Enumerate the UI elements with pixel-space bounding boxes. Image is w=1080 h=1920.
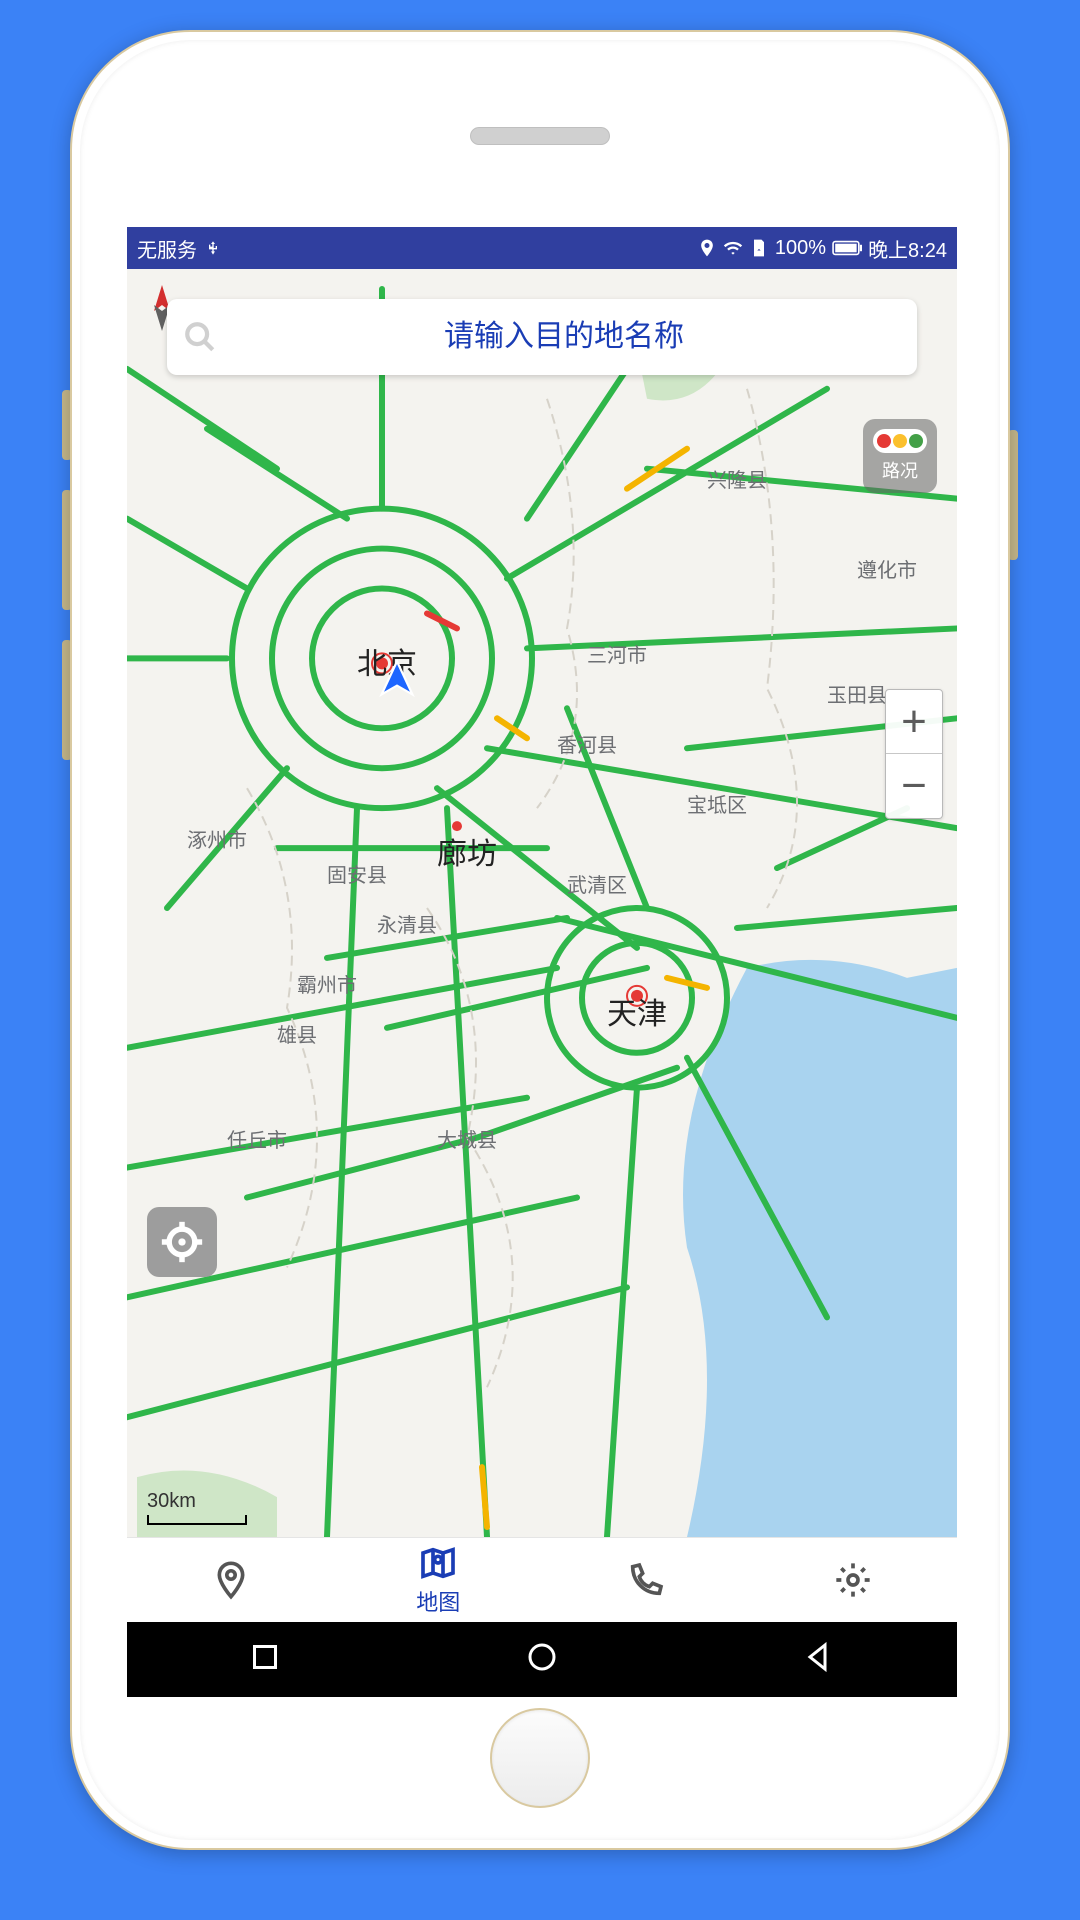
recent-apps-button[interactable] [247, 1639, 283, 1680]
search-icon [183, 320, 217, 354]
phone-frame: 无服务 100% 晚上8:24 [70, 30, 1010, 1850]
county-label: 雄县 [277, 1019, 317, 1048]
sim-icon [749, 238, 769, 258]
map-canvas[interactable]: 路况 + − 30km [127, 269, 957, 1537]
phone-icon [626, 1560, 666, 1600]
county-label: 香河县 [557, 729, 617, 758]
county-label: 武清区 [567, 869, 627, 898]
map-background [127, 269, 957, 1537]
status-bar: 无服务 100% 晚上8:24 [127, 227, 957, 269]
bottom-tab-bar: 地图 [127, 1537, 957, 1622]
county-label: 任丘市 [227, 1124, 287, 1153]
locate-button[interactable] [147, 1207, 217, 1277]
scale-label: 30km [147, 1490, 196, 1512]
traffic-toggle[interactable]: 路况 [863, 419, 937, 493]
carrier-text: 无服务 [137, 234, 197, 263]
search-input[interactable] [227, 320, 901, 354]
tab-phone[interactable] [542, 1538, 750, 1622]
county-label: 霸州市 [297, 969, 357, 998]
zoom-out-button[interactable]: − [886, 754, 942, 818]
home-nav-button[interactable] [524, 1639, 560, 1680]
back-button[interactable] [801, 1639, 837, 1680]
county-label: 兴隆县 [707, 464, 767, 493]
county-label: 永清县 [377, 909, 437, 938]
traffic-light-icon [873, 429, 927, 453]
county-label: 三河市 [587, 639, 647, 668]
gear-icon [833, 1560, 873, 1600]
pin-icon [211, 1560, 251, 1600]
city-label: 廊坊 [437, 829, 497, 873]
zoom-in-button[interactable]: + [886, 690, 942, 754]
county-label: 宝坻区 [687, 789, 747, 818]
tab-location[interactable] [127, 1538, 335, 1622]
county-label: 大城县 [437, 1124, 497, 1153]
wifi-icon [723, 238, 743, 258]
android-nav-bar [127, 1622, 957, 1697]
physical-home-button[interactable] [490, 1708, 590, 1808]
traffic-label: 路况 [882, 457, 918, 483]
county-label: 玉田县 [827, 679, 887, 708]
county-label: 固安县 [327, 859, 387, 888]
crosshair-icon [160, 1220, 204, 1264]
map-scale: 30km [147, 1490, 247, 1525]
user-location-icon [375, 657, 419, 701]
tab-map-label: 地图 [416, 1585, 460, 1617]
screen: 无服务 100% 晚上8:24 [127, 227, 957, 1697]
tab-settings[interactable] [750, 1538, 958, 1622]
zoom-controls: + − [885, 689, 943, 819]
location-icon [697, 238, 717, 258]
map-icon [418, 1543, 458, 1583]
usb-icon [205, 240, 221, 256]
city-label: 天津 [607, 989, 667, 1033]
county-label: 涿州市 [187, 824, 247, 853]
battery-percent: 100% [775, 237, 826, 260]
battery-icon [832, 240, 862, 256]
county-label: 遵化市 [857, 554, 917, 583]
search-bar[interactable] [167, 299, 917, 375]
clock-text: 晚上8:24 [868, 234, 947, 263]
speaker-grill [470, 127, 610, 145]
tab-map[interactable]: 地图 [335, 1538, 543, 1622]
